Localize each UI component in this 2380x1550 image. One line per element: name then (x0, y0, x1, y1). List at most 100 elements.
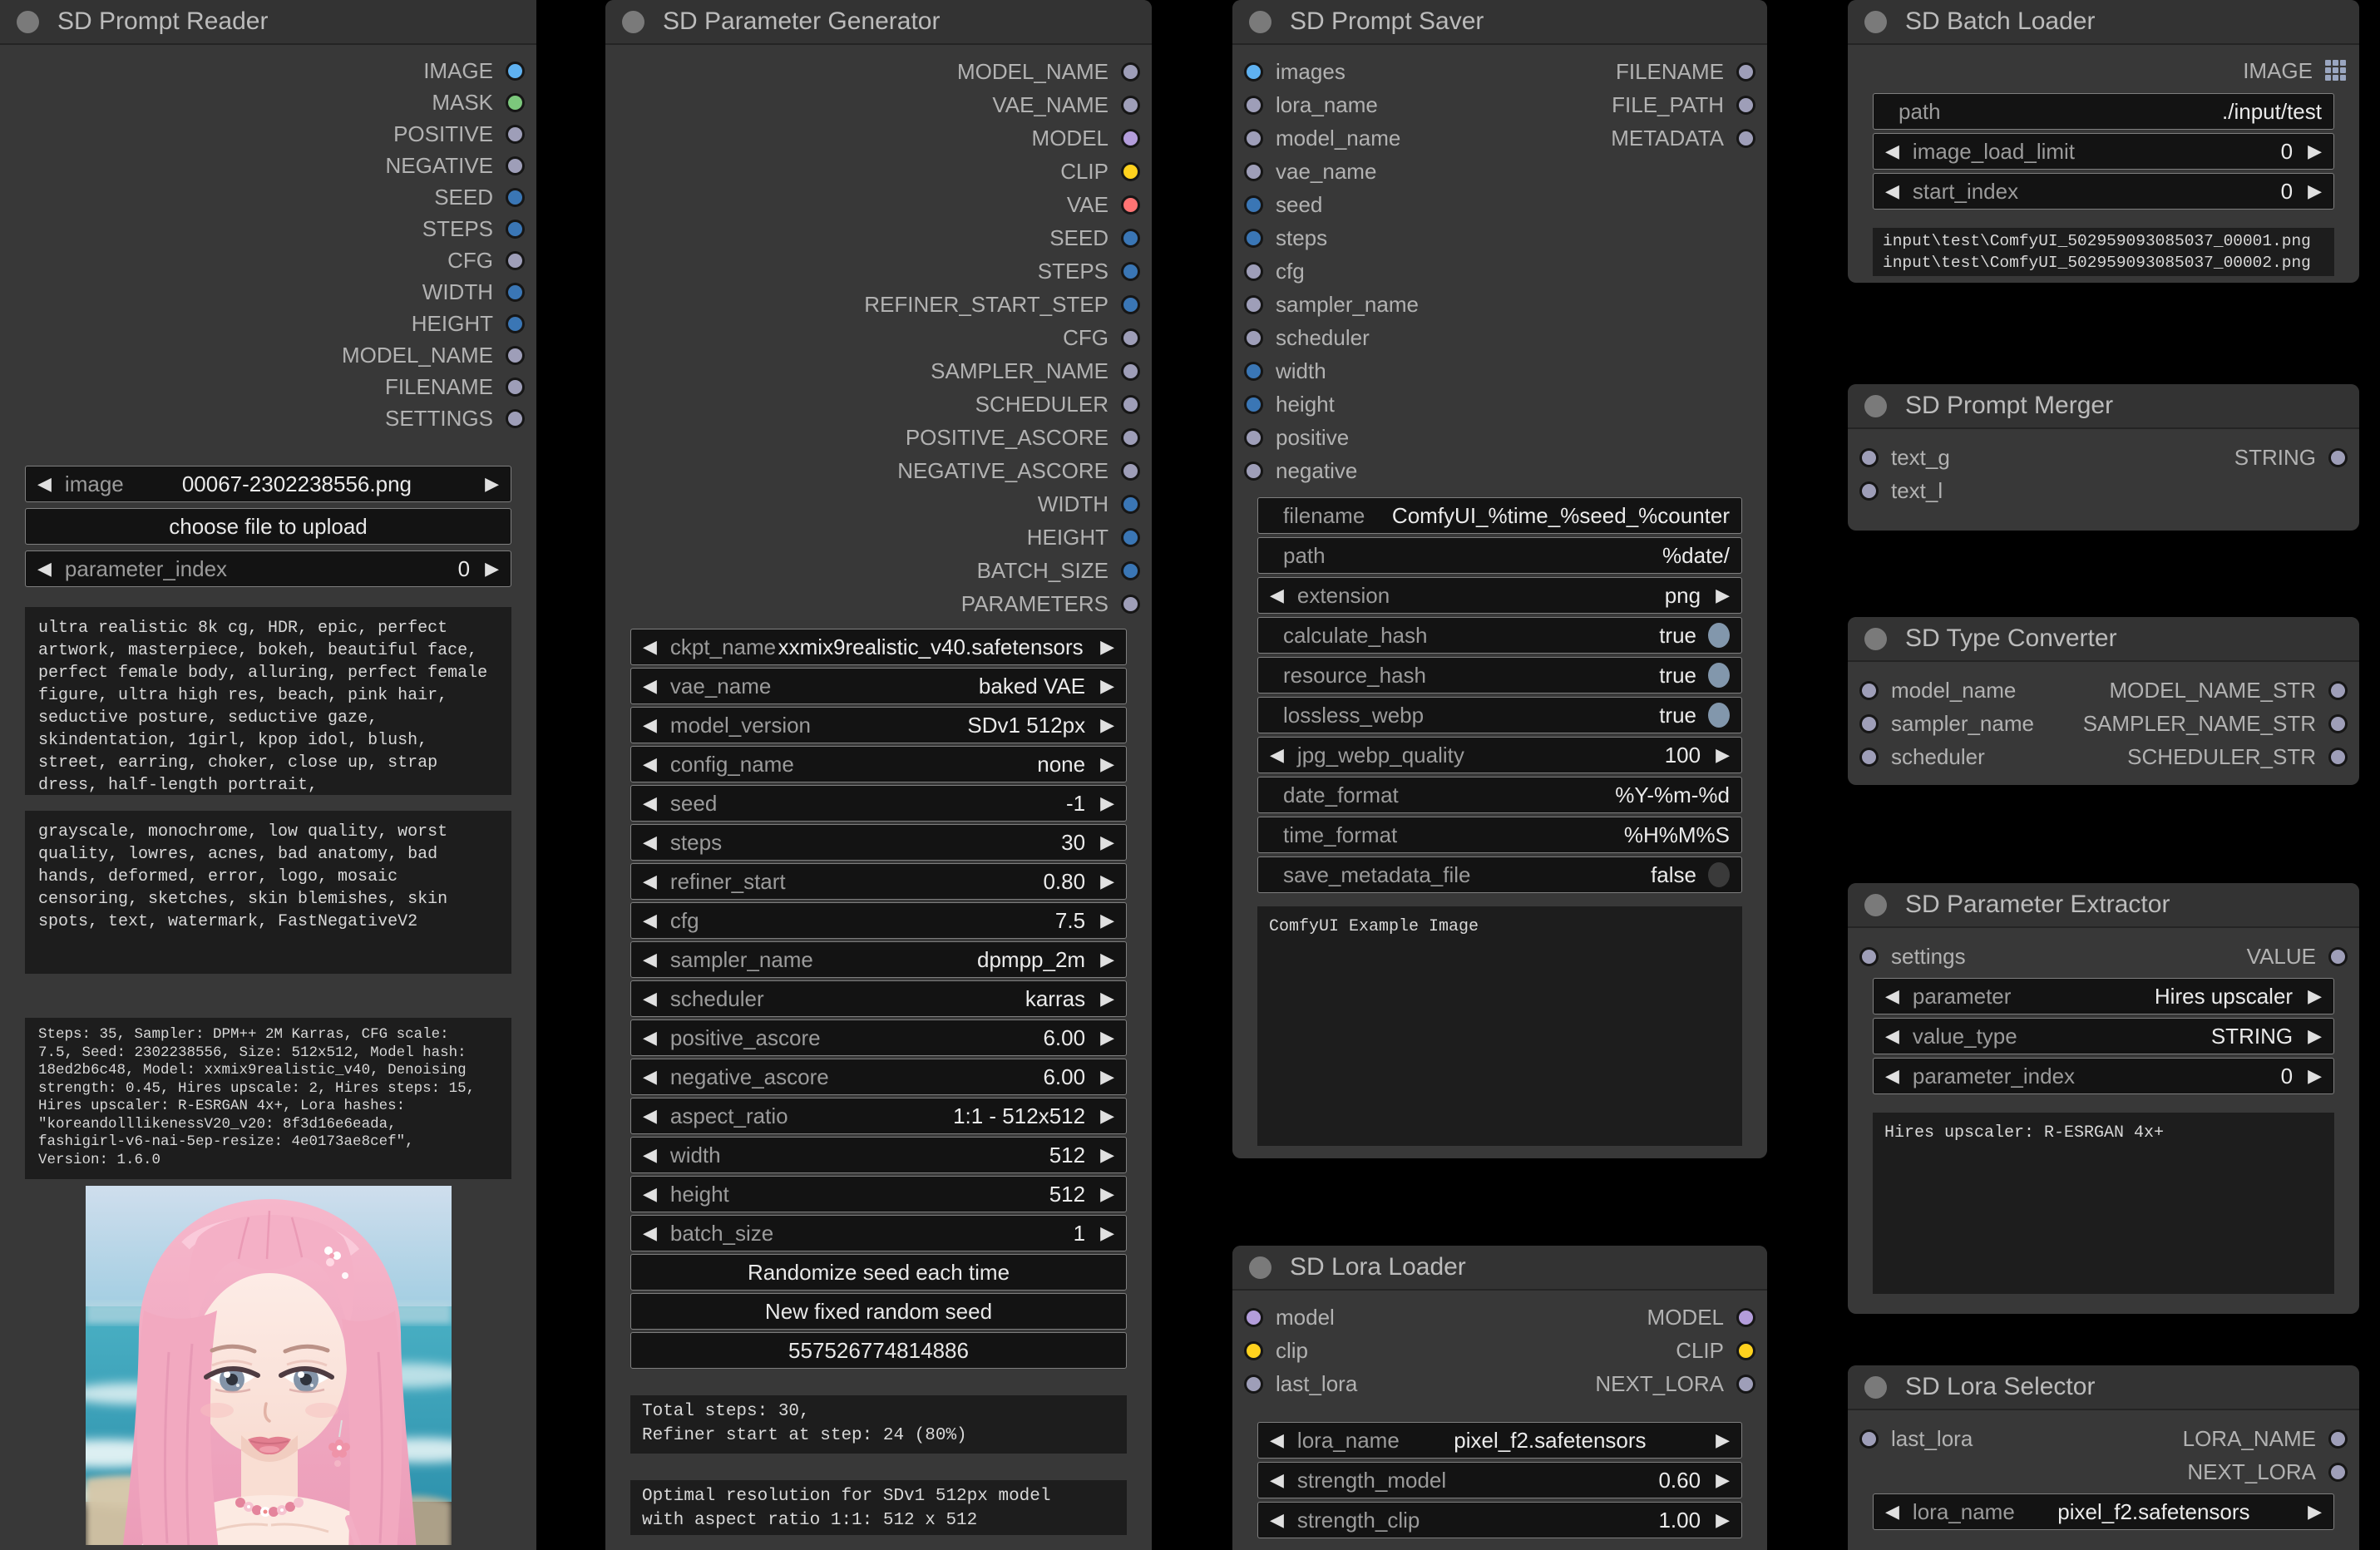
prev-arrow-icon[interactable]: ◀ (643, 1068, 657, 1086)
widget-parameter-index[interactable]: ◀ parameter_index 0 ▶ (1873, 1058, 2334, 1094)
widget-seed[interactable]: ◀ seed -1 ▶ (630, 785, 1127, 822)
next-arrow-icon[interactable]: ▶ (1100, 990, 1114, 1008)
output-port-icon[interactable] (506, 187, 525, 207)
output-port-icon[interactable] (1121, 62, 1140, 81)
widget-resource-hash[interactable]: resource_hash true (1257, 657, 1742, 694)
widget-parameter[interactable]: ◀ parameter Hires upscaler ▶ (1873, 978, 2334, 1014)
node-titlebar[interactable]: SD Prompt Reader (0, 0, 536, 45)
input-port-icon[interactable] (1244, 195, 1263, 215)
node-titlebar[interactable]: SD Type Converter (1848, 617, 2359, 662)
widget-start-index[interactable]: ◀ start_index 0 ▶ (1873, 173, 2334, 210)
widget-lora-name[interactable]: ◀ lora_name pixel_f2.safetensors ▶ (1257, 1422, 1742, 1459)
widget-sampler-name[interactable]: ◀ sampler_name dpmpp_2m ▶ (630, 941, 1127, 978)
widget-value-type[interactable]: ◀ value_type STRING ▶ (1873, 1018, 2334, 1054)
prev-arrow-icon[interactable]: ◀ (1270, 746, 1284, 764)
node-titlebar[interactable]: SD Parameter Generator (605, 0, 1152, 45)
input-port-icon[interactable] (1244, 427, 1263, 447)
widget-image[interactable]: ◀ image 00067-2302238556.png ▶ (25, 466, 511, 502)
widget-ckpt-name[interactable]: ◀ ckpt_name xxmix9realistic_v40.safetensor… (630, 629, 1127, 665)
output-port-icon[interactable] (2328, 946, 2348, 966)
widget-height[interactable]: ◀ height 512 ▶ (630, 1176, 1127, 1212)
next-arrow-icon[interactable]: ▶ (1716, 586, 1730, 605)
next-arrow-icon[interactable]: ▶ (1100, 716, 1114, 734)
output-port-icon[interactable] (506, 250, 525, 270)
output-port-icon[interactable] (1736, 95, 1755, 115)
widget-extension[interactable]: ◀ extension png ▶ (1257, 577, 1742, 614)
input-port-icon[interactable] (1244, 228, 1263, 248)
node-titlebar[interactable]: SD Batch Loader (1848, 0, 2359, 45)
prev-arrow-icon[interactable]: ◀ (37, 475, 52, 493)
prev-arrow-icon[interactable]: ◀ (643, 1029, 657, 1047)
output-port-icon[interactable] (1121, 394, 1140, 414)
prev-arrow-icon[interactable]: ◀ (1885, 1067, 1899, 1085)
node-titlebar[interactable]: SD Lora Selector (1848, 1365, 2359, 1410)
positive-prompt-textarea[interactable]: ultra realistic 8k cg, HDR, epic, perfec… (25, 607, 511, 795)
output-port-icon[interactable] (1121, 228, 1140, 248)
prev-arrow-icon[interactable]: ◀ (643, 1185, 657, 1203)
prev-arrow-icon[interactable]: ◀ (643, 950, 657, 969)
settings-textarea[interactable]: Steps: 35, Sampler: DPM++ 2M Karras, CFG… (25, 1018, 511, 1179)
output-port-icon[interactable] (1121, 594, 1140, 614)
next-arrow-icon[interactable]: ▶ (1100, 1029, 1114, 1047)
output-port-icon[interactable] (506, 124, 525, 144)
next-arrow-icon[interactable]: ▶ (1716, 1471, 1730, 1489)
next-arrow-icon[interactable]: ▶ (1100, 1185, 1114, 1203)
prev-arrow-icon[interactable]: ◀ (643, 990, 657, 1008)
prev-arrow-icon[interactable]: ◀ (643, 872, 657, 891)
input-port-icon[interactable] (1244, 328, 1263, 348)
input-port-icon[interactable] (1244, 1307, 1263, 1327)
widget-path[interactable]: path ./input/test (1873, 93, 2334, 130)
output-port-icon[interactable] (1121, 494, 1140, 514)
widget-cfg[interactable]: ◀ cfg 7.5 ▶ (630, 902, 1127, 939)
widget-aspect-ratio[interactable]: ◀ aspect_ratio 1:1 - 512x512 ▶ (630, 1098, 1127, 1134)
input-port-icon[interactable] (1859, 680, 1879, 700)
preview-textarea[interactable]: ComfyUI Example Image (1257, 906, 1742, 1146)
prev-arrow-icon[interactable]: ◀ (643, 911, 657, 930)
image-batch-output-icon[interactable] (2325, 59, 2348, 82)
input-port-icon[interactable] (1244, 161, 1263, 181)
next-arrow-icon[interactable]: ▶ (1100, 833, 1114, 852)
input-port-icon[interactable] (1244, 1374, 1263, 1394)
widget-vae-name[interactable]: ◀ vae_name baked VAE ▶ (630, 668, 1127, 704)
output-port-icon[interactable] (506, 408, 525, 428)
output-port-icon[interactable] (506, 282, 525, 302)
prev-arrow-icon[interactable]: ◀ (1270, 1511, 1284, 1529)
randomize-seed-button[interactable]: Randomize seed each time (630, 1254, 1127, 1291)
widget-batch-size[interactable]: ◀ batch_size 1 ▶ (630, 1215, 1127, 1251)
next-arrow-icon[interactable]: ▶ (1100, 1224, 1114, 1242)
output-port-icon[interactable] (1121, 461, 1140, 481)
input-port-icon[interactable] (1859, 481, 1879, 501)
next-arrow-icon[interactable]: ▶ (1100, 1107, 1114, 1125)
prev-arrow-icon[interactable]: ◀ (1270, 586, 1284, 605)
widget-lossless-webp[interactable]: lossless_webp true (1257, 697, 1742, 733)
prev-arrow-icon[interactable]: ◀ (643, 677, 657, 695)
widget-calculate-hash[interactable]: calculate_hash true (1257, 617, 1742, 654)
widget-image-load-limit[interactable]: ◀ image_load_limit 0 ▶ (1873, 133, 2334, 170)
output-port-icon[interactable] (506, 61, 525, 81)
input-port-icon[interactable] (1244, 62, 1263, 81)
prev-arrow-icon[interactable]: ◀ (643, 1224, 657, 1242)
output-port-icon[interactable] (1121, 427, 1140, 447)
next-arrow-icon[interactable]: ▶ (2308, 1027, 2322, 1045)
widget-lora-name[interactable]: ◀ lora_name pixel_f2.safetensors ▶ (1873, 1493, 2334, 1530)
output-port-icon[interactable] (1121, 95, 1140, 115)
next-arrow-icon[interactable]: ▶ (2308, 1067, 2322, 1085)
output-port-icon[interactable] (1121, 560, 1140, 580)
input-port-icon[interactable] (1244, 361, 1263, 381)
output-port-icon[interactable] (506, 92, 525, 112)
output-port-icon[interactable] (1121, 128, 1140, 148)
widget-scheduler[interactable]: ◀ scheduler karras ▶ (630, 980, 1127, 1017)
next-arrow-icon[interactable]: ▶ (1100, 794, 1114, 812)
input-port-icon[interactable] (1859, 713, 1879, 733)
next-arrow-icon[interactable]: ▶ (1100, 638, 1114, 656)
node-titlebar[interactable]: SD Parameter Extractor (1848, 883, 2359, 928)
output-port-icon[interactable] (1121, 361, 1140, 381)
next-arrow-icon[interactable]: ▶ (2308, 1503, 2322, 1521)
next-arrow-icon[interactable]: ▶ (2308, 182, 2322, 200)
next-arrow-icon[interactable]: ▶ (1716, 746, 1730, 764)
prev-arrow-icon[interactable]: ◀ (643, 755, 657, 773)
output-port-icon[interactable] (1736, 1307, 1755, 1327)
seed-value-display[interactable]: 557526774814886 (630, 1332, 1127, 1369)
next-arrow-icon[interactable]: ▶ (1100, 1068, 1114, 1086)
input-port-icon[interactable] (1244, 95, 1263, 115)
